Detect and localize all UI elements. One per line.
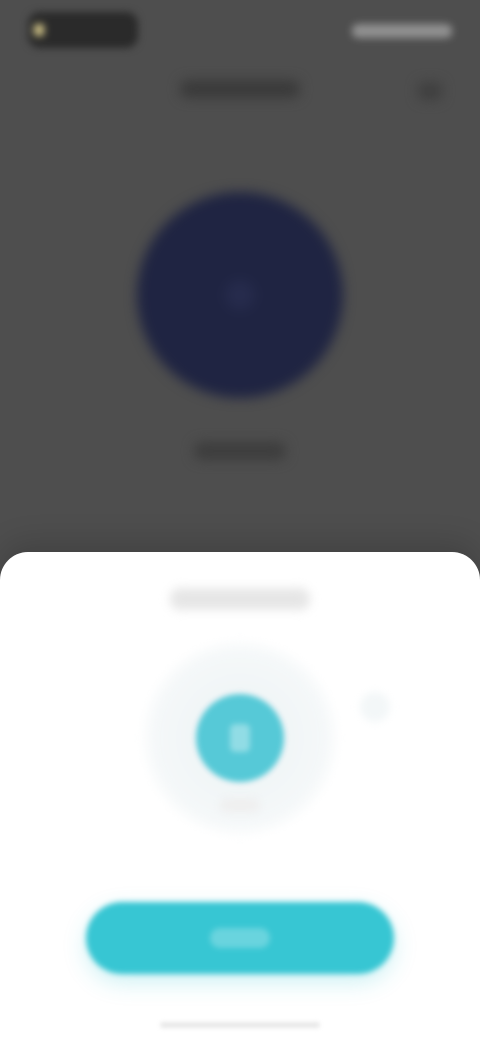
mic-icon[interactable]	[196, 694, 284, 782]
home-indicator[interactable]	[160, 1022, 320, 1028]
hero-icon	[225, 280, 255, 310]
more-icon[interactable]	[418, 82, 442, 100]
status-right-cluster	[352, 24, 452, 38]
primary-button[interactable]	[86, 902, 394, 974]
page-title	[180, 80, 300, 98]
status-bar	[0, 0, 480, 60]
sheet-title	[170, 588, 310, 610]
hero-label	[194, 442, 286, 460]
bottom-sheet	[0, 552, 480, 1040]
hero-circle	[137, 192, 343, 398]
sheet-center	[140, 638, 340, 838]
status-left-cluster	[28, 12, 138, 48]
primary-button-label	[210, 928, 270, 948]
side-indicator	[360, 692, 390, 722]
primary-caption	[220, 798, 260, 812]
mic-glyph	[230, 724, 250, 752]
status-icon	[34, 24, 44, 36]
